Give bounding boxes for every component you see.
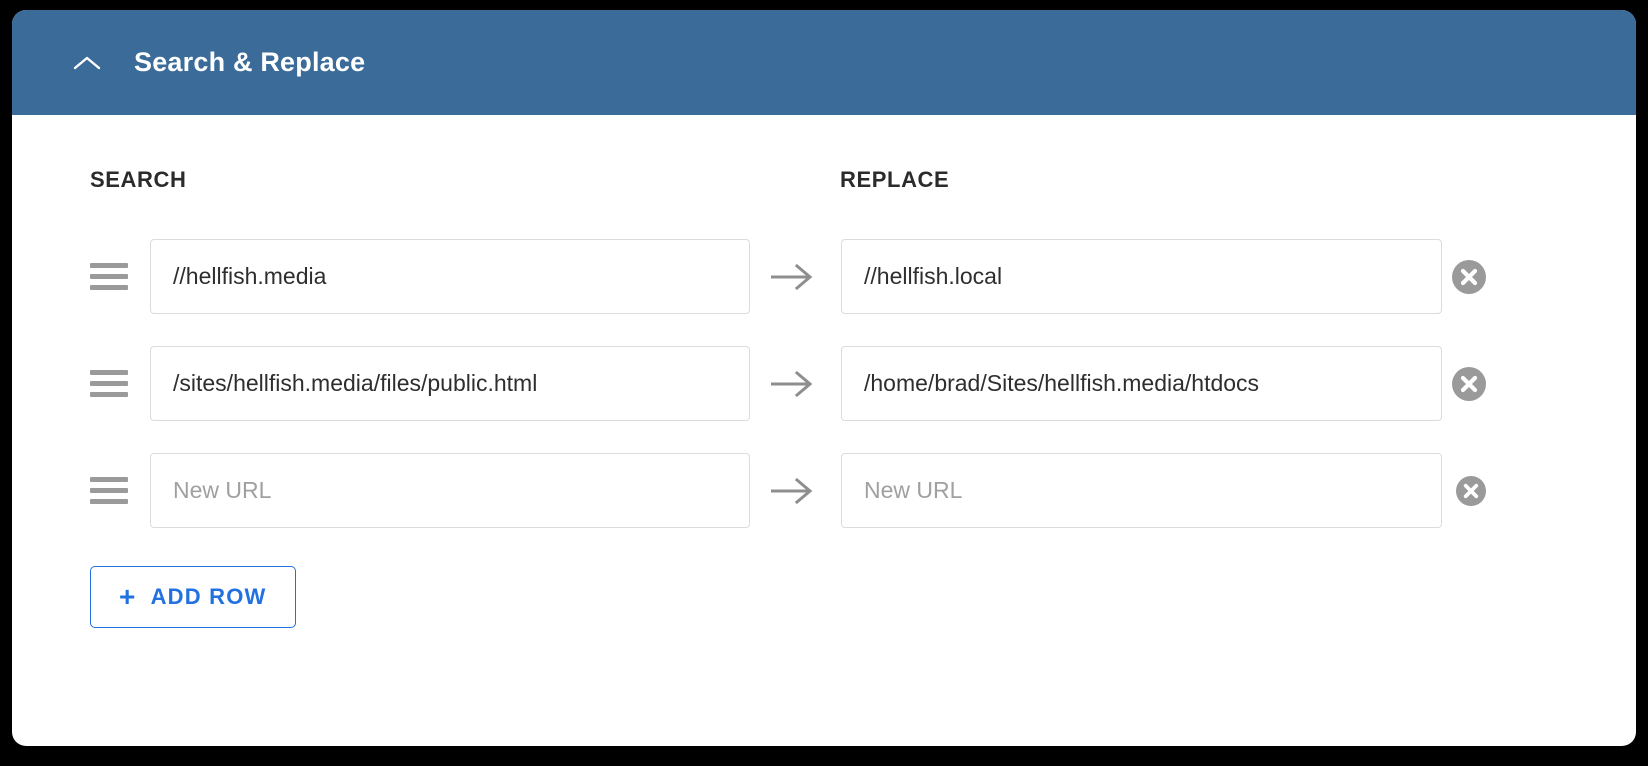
drag-handle-icon[interactable] — [90, 367, 128, 401]
column-headers: SEARCH REPLACE — [12, 167, 1636, 207]
arrow-right-icon — [764, 471, 820, 511]
search-replace-card: Search & Replace SEARCH REPLACE //hellfi… — [12, 10, 1636, 746]
replace-input[interactable] — [841, 346, 1442, 421]
page-title: Search & Replace — [134, 47, 366, 77]
add-row-label: ADD ROW — [150, 584, 267, 609]
search-input[interactable] — [150, 346, 750, 421]
add-row-button[interactable]: + ADD ROW — [90, 566, 296, 628]
search-input[interactable] — [150, 239, 750, 314]
chevron-up-icon[interactable] — [70, 46, 104, 80]
add-row-container: + ADD ROW — [12, 566, 1636, 628]
arrow-right-icon — [764, 364, 820, 404]
plus-icon: + — [119, 581, 137, 612]
replace-input[interactable] — [841, 239, 1442, 314]
search-input[interactable] — [150, 453, 750, 528]
table-row — [12, 437, 1636, 544]
card-header: Search & Replace — [12, 10, 1636, 115]
remove-row-button[interactable] — [1452, 259, 1486, 294]
card-body: SEARCH REPLACE //hellfish.media //hellfi… — [12, 115, 1636, 628]
remove-row-button[interactable] — [1456, 475, 1486, 506]
drag-handle-icon[interactable] — [90, 260, 128, 294]
table-row — [12, 330, 1636, 437]
replace-column-label: REPLACE — [840, 167, 950, 192]
remove-row-button[interactable] — [1452, 366, 1486, 401]
search-column-label: SEARCH — [90, 167, 187, 192]
table-row — [12, 223, 1636, 330]
screen-backdrop: Search & Replace SEARCH REPLACE //hellfi… — [0, 0, 1648, 766]
drag-handle-icon[interactable] — [90, 474, 128, 508]
arrow-right-icon — [764, 257, 820, 297]
replace-input[interactable] — [841, 453, 1442, 528]
rows-list — [12, 223, 1636, 544]
